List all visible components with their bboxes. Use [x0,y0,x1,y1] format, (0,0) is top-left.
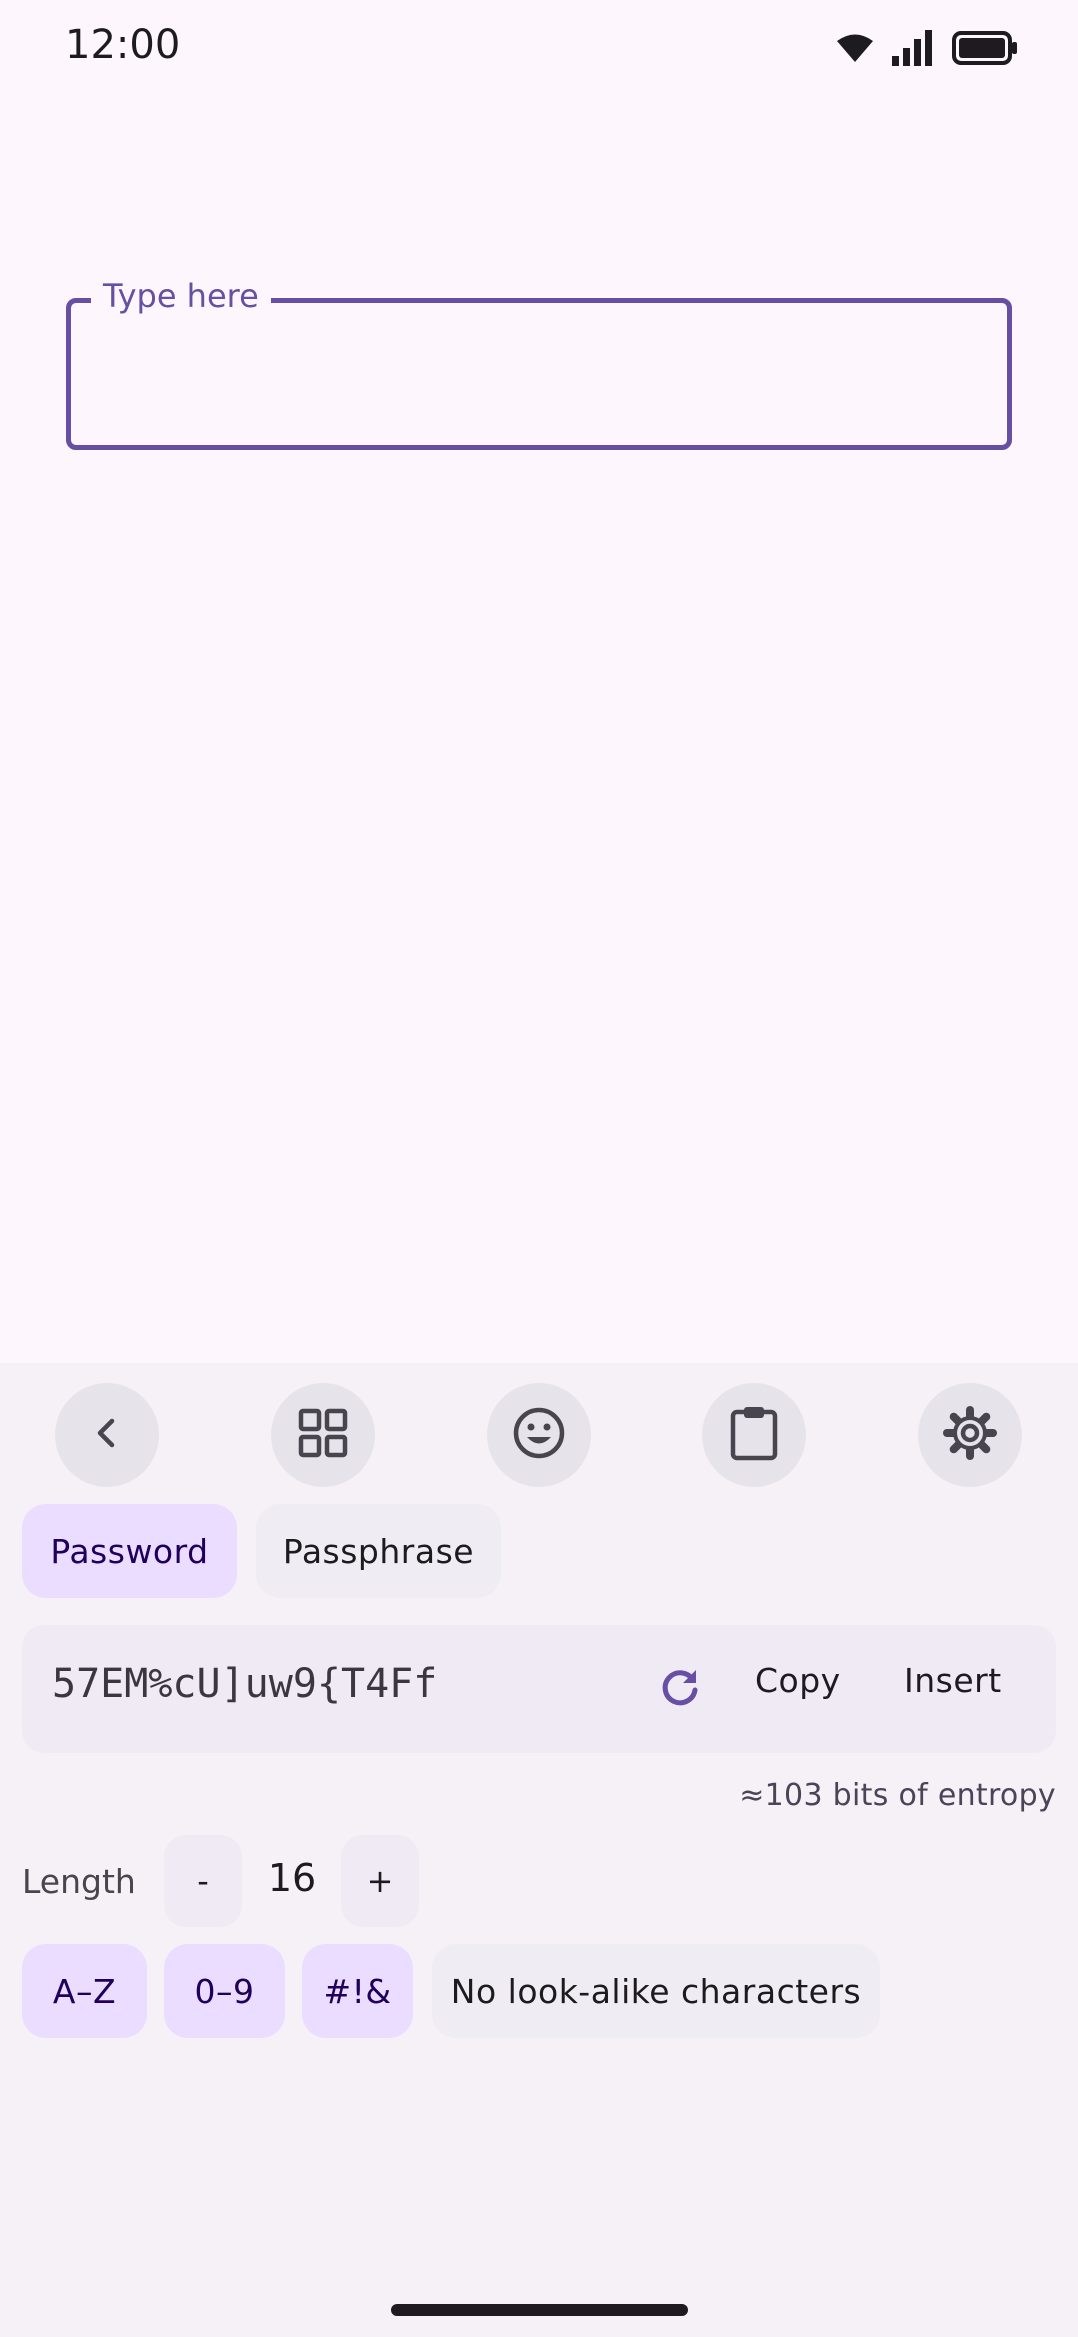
decrement-label: - [197,1862,209,1900]
length-increment-button[interactable]: + [341,1835,419,1927]
clipboard-button[interactable] [702,1383,806,1487]
regenerate-button[interactable] [642,1651,718,1727]
length-label: Length [22,1862,136,1901]
passphrase-mode-label: Passphrase [282,1531,475,1571]
emoji-icon [512,1406,566,1464]
uppercase-chip[interactable]: A–Z [22,1944,147,2038]
length-value: 16 [267,1856,317,1900]
status-bar: 12:00 [0,0,1078,100]
refresh-icon [659,1666,701,1712]
emoji-button[interactable] [487,1383,591,1487]
battery-icon [952,31,1018,69]
digits-label: 0–9 [194,1971,255,2011]
grid-button[interactable] [271,1383,375,1487]
wifi-icon [836,33,874,67]
no-lookalike-chip[interactable]: No look-alike characters [432,1944,880,2038]
text-input-field[interactable]: Type here [66,276,1012,450]
back-button[interactable] [55,1383,159,1487]
no-lookalike-label: No look-alike characters [450,1971,862,2011]
increment-label: + [366,1862,394,1900]
digits-chip[interactable]: 0–9 [164,1944,285,2038]
uppercase-label: A–Z [52,1971,117,2011]
text-field-label: Type here [91,276,271,316]
entropy-label: ≈103 bits of entropy [739,1778,1056,1813]
copy-button[interactable]: Copy [755,1661,841,1700]
symbols-label: #!& [323,1971,392,2011]
status-icons [836,28,1018,72]
settings-button[interactable] [918,1383,1022,1487]
back-icon [89,1415,125,1455]
grid-icon [298,1408,348,1462]
settings-icon [943,1406,997,1464]
generated-password-card: 57EM%cU]uw9{T4Ff Copy Insert [22,1625,1056,1753]
passphrase-mode-chip[interactable]: Passphrase [256,1504,501,1598]
insert-button[interactable]: Insert [904,1661,1002,1700]
home-indicator[interactable] [391,2304,688,2316]
password-mode-chip[interactable]: Password [22,1504,237,1598]
symbols-chip[interactable]: #!& [302,1944,413,2038]
length-decrement-button[interactable]: - [164,1835,242,1927]
password-mode-label: Password [50,1531,209,1571]
generated-password: 57EM%cU]uw9{T4Ff [52,1661,438,1707]
signal-icon [892,30,934,70]
clipboard-icon [729,1405,779,1465]
status-time: 12:00 [65,22,181,68]
